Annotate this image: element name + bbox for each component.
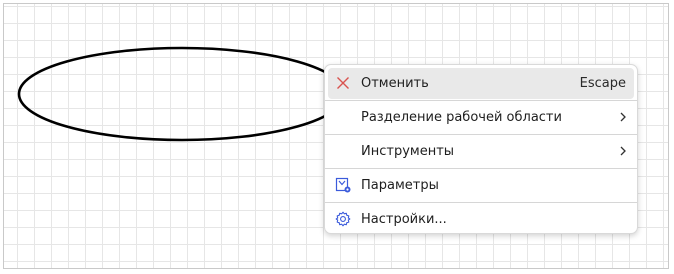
menu-separator: [325, 202, 637, 203]
gear-icon: [334, 210, 352, 228]
menu-separator: [325, 168, 637, 169]
parameters-icon: [334, 176, 352, 194]
menu-item-label: Отменить: [361, 76, 429, 91]
menu-item-cancel[interactable]: Отменить Escape: [328, 68, 634, 99]
menu-separator: [325, 134, 637, 135]
menu-item-workspace-split[interactable]: Разделение рабочей области: [328, 102, 634, 133]
menu-item-label: Инструменты: [361, 144, 455, 159]
context-menu: Отменить Escape Разделение рабочей облас…: [324, 64, 638, 234]
menu-item-tools[interactable]: Инструменты: [328, 136, 634, 167]
menu-item-label: Настройки...: [361, 212, 447, 227]
menu-item-settings[interactable]: Настройки...: [328, 204, 634, 235]
menu-item-label: Разделение рабочей области: [361, 110, 562, 125]
menu-item-parameters[interactable]: Параметры: [328, 170, 634, 201]
close-icon: [334, 74, 352, 92]
menu-separator: [325, 100, 637, 101]
chevron-right-icon: [620, 146, 626, 156]
menu-item-label: Параметры: [361, 178, 439, 193]
shortcut-label: Escape: [579, 76, 626, 91]
ellipse-shape[interactable]: [17, 46, 347, 142]
chevron-right-icon: [620, 112, 626, 122]
